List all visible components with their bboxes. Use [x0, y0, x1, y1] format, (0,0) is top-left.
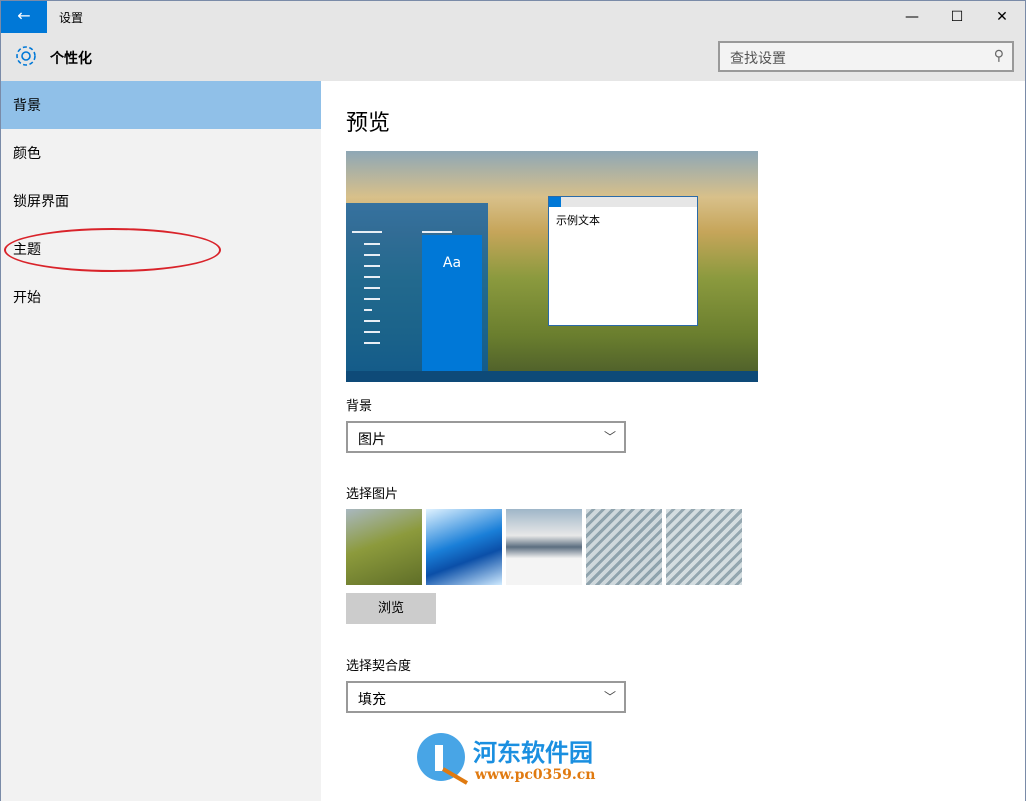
title-bar: ← 设置 — ☐ ✕	[1, 1, 1025, 33]
search-icon: ⚲	[994, 48, 1004, 64]
gear-icon	[13, 43, 39, 69]
maximize-button[interactable]: ☐	[934, 1, 980, 33]
sidebar-item-colors[interactable]: 颜色	[1, 129, 321, 177]
close-button[interactable]: ✕	[979, 1, 1025, 33]
search-placeholder: 查找设置	[730, 51, 786, 67]
preview-heading: 预览	[346, 105, 390, 137]
picture-thumbnail[interactable]	[666, 509, 742, 585]
picture-thumbnails	[346, 509, 742, 585]
watermark-logo: 河东软件园 www.pc0359.cn	[413, 729, 623, 789]
sidebar-item-start[interactable]: 开始	[1, 273, 321, 321]
watermark-name: 河东软件园	[473, 733, 593, 768]
preview-window: 示例文本	[548, 196, 698, 326]
minimize-button[interactable]: —	[889, 1, 935, 33]
chevron-down-icon: ﹀	[604, 428, 616, 445]
background-dropdown[interactable]: 图片 ﹀	[346, 421, 626, 453]
watermark-logo-icon	[413, 729, 471, 785]
search-input[interactable]: 查找设置 ⚲	[718, 41, 1014, 72]
preview-sample-text: 示例文本	[549, 207, 697, 233]
choose-picture-label: 选择图片	[346, 483, 398, 502]
sidebar: 背景 颜色 锁屏界面 主题 开始	[1, 81, 321, 801]
fit-dropdown[interactable]: 填充 ﹀	[346, 681, 626, 713]
preview-image: Aa 示例文本	[346, 151, 758, 382]
sidebar-item-lock-screen[interactable]: 锁屏界面	[1, 177, 321, 225]
picture-thumbnail[interactable]	[586, 509, 662, 585]
sidebar-item-background[interactable]: 背景	[1, 81, 321, 129]
picture-thumbnail[interactable]	[506, 509, 582, 585]
background-value: 图片	[358, 432, 386, 448]
main-content: 预览 Aa 示例文本 背景 图片 ﹀ 选择图片 浏览 选择契合度	[321, 81, 1025, 801]
page-header: 个性化 查找设置 ⚲	[1, 33, 1025, 81]
fit-value: 填充	[358, 692, 386, 708]
background-label: 背景	[346, 395, 372, 414]
watermark-url: www.pc0359.cn	[475, 767, 595, 783]
picture-thumbnail[interactable]	[346, 509, 422, 585]
preview-taskbar	[346, 371, 758, 382]
picture-thumbnail[interactable]	[426, 509, 502, 585]
window-title: 设置	[59, 9, 83, 26]
page-title: 个性化	[50, 48, 92, 68]
browse-button[interactable]: 浏览	[346, 593, 436, 624]
preview-start-menu: Aa	[346, 203, 488, 371]
back-arrow-icon: ←	[17, 6, 30, 25]
chevron-down-icon: ﹀	[604, 688, 616, 705]
preview-tile-text: Aa	[422, 255, 482, 271]
back-button[interactable]: ←	[1, 1, 47, 33]
fit-label: 选择契合度	[346, 655, 411, 674]
annotation-circle	[4, 228, 221, 272]
